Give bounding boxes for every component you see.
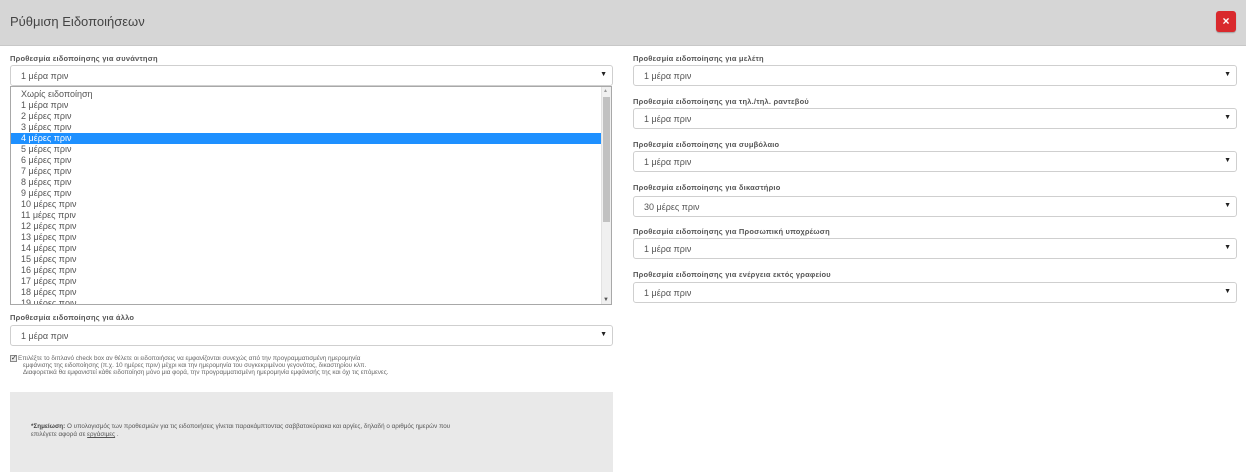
phone-appointment-label: Προθεσμία ειδοποίησης για τηλ./τηλ. ραντ… [633, 97, 809, 106]
dropdown-option[interactable]: 1 μέρα πριν [11, 100, 603, 111]
close-button[interactable]: × [1216, 11, 1236, 32]
dropdown-option[interactable]: 7 μέρες πριν [11, 166, 603, 177]
other-select-value: 1 μέρα πριν [21, 331, 69, 341]
dropdown-option[interactable]: 3 μέρες πριν [11, 122, 603, 133]
modal-title: Ρύθμιση Ειδοποιήσεων [10, 14, 145, 29]
out-of-office-label: Προθεσμία ειδοποίησης για ενέργεια εκτός… [633, 270, 831, 279]
dropdown-option[interactable]: 9 μέρες πριν [11, 188, 603, 199]
checkbox-text-line-1: Επιλέξτε το διπλανό check box αν θέλετε … [18, 355, 361, 362]
meeting-label: Προθεσμία ειδοποίησης για συνάντηση [10, 54, 158, 63]
scroll-up-icon[interactable]: ▲ [603, 88, 608, 94]
dropdown-arrow-icon: ▼ [1224, 71, 1231, 78]
other-select[interactable]: 1 μέρα πριν ▼ [10, 325, 613, 346]
dropdown-option[interactable]: 2 μέρες πριν [11, 111, 603, 122]
dropdown-arrow-icon: ▼ [1224, 202, 1231, 209]
dropdown-option[interactable]: 13 μέρες πριν [11, 232, 603, 243]
scrollbar-thumb[interactable] [603, 97, 610, 222]
dropdown-scrollbar[interactable]: ▲ ▼ [601, 87, 611, 304]
dropdown-arrow-icon: ▼ [1224, 244, 1231, 251]
note-body: Ο υπολογισμός των προθεσμιών για τις ειδ… [65, 423, 451, 430]
out-of-office-select[interactable]: 1 μέρα πριν ▼ [633, 282, 1237, 303]
dropdown-arrow-icon: ▼ [600, 331, 607, 338]
meeting-dropdown-list[interactable]: Χωρίς ειδοποίηση 1 μέρα πριν 2 μέρες πριν 3… [10, 86, 612, 305]
dropdown-option[interactable]: 18 μέρες πριν [11, 287, 603, 298]
note-box: *Σημείωση: Ο υπολογισμός των προθεσμιών … [10, 392, 613, 472]
dropdown-option[interactable]: 17 μέρες πριν [11, 276, 603, 287]
contract-select[interactable]: 1 μέρα πριν ▼ [633, 151, 1237, 172]
contract-label: Προθεσμία ειδοποίησης για συμβόλαιο [633, 140, 780, 149]
scroll-down-icon[interactable]: ▼ [603, 297, 609, 303]
court-select-value: 30 μέρες πριν [644, 202, 700, 212]
phone-appointment-select-value: 1 μέρα πριν [644, 114, 692, 124]
close-icon: × [1222, 14, 1230, 28]
dropdown-option[interactable]: 19 μέρες πριν [11, 298, 603, 304]
dropdown-arrow-icon: ▼ [1224, 288, 1231, 295]
dropdown-option[interactable]: 14 μέρες πριν [11, 243, 603, 254]
study-select-value: 1 μέρα πριν [644, 71, 692, 81]
dropdown-option[interactable]: 8 μέρες πριν [11, 177, 603, 188]
dropdown-option[interactable]: 5 μέρες πριν [11, 144, 603, 155]
continuous-notification-checkbox[interactable]: ✓ [10, 355, 17, 362]
contract-select-value: 1 μέρα πριν [644, 157, 692, 167]
dropdown-option[interactable]: 12 μέρες πριν [11, 221, 603, 232]
modal-header: Ρύθμιση Ειδοποιήσεων × [0, 0, 1246, 46]
study-label: Προθεσμία ειδοποίησης για μελέτη [633, 54, 764, 63]
dropdown-option[interactable]: 15 μέρες πριν [11, 254, 603, 265]
dropdown-arrow-icon: ▼ [600, 71, 607, 78]
note-tail: . [115, 431, 119, 438]
out-of-office-select-value: 1 μέρα πριν [644, 288, 692, 298]
meeting-select-value: 1 μέρα πριν [21, 71, 69, 81]
court-select[interactable]: 30 μέρες πριν ▼ [633, 196, 1237, 217]
dropdown-option[interactable]: 6 μέρες πριν [11, 155, 603, 166]
personal-obligation-label: Προθεσμία ειδοποίησης για Προσωπική υποχ… [633, 227, 830, 236]
checkbox-text-line-2: εμφάνισης της ειδοποίησης (π.χ. 10 ημέρε… [23, 362, 367, 369]
dropdown-option[interactable]: Χωρίς ειδοποίηση [11, 89, 603, 100]
court-label: Προθεσμία ειδοποίησης για δικαστήριο [633, 183, 781, 192]
dropdown-option[interactable]: 10 μέρες πριν [11, 199, 603, 210]
dropdown-arrow-icon: ▼ [1224, 114, 1231, 121]
personal-obligation-select-value: 1 μέρα πριν [644, 244, 692, 254]
working-days-link[interactable]: εργάσιμες [87, 431, 115, 438]
dropdown-option[interactable]: 16 μέρες πριν [11, 265, 603, 276]
note-bold-label: *Σημείωση: [31, 423, 66, 430]
personal-obligation-select[interactable]: 1 μέρα πριν ▼ [633, 238, 1237, 259]
dropdown-arrow-icon: ▼ [1224, 157, 1231, 164]
phone-appointment-select[interactable]: 1 μέρα πριν ▼ [633, 108, 1237, 129]
dropdown-option[interactable]: 11 μέρες πριν [11, 210, 603, 221]
meeting-select[interactable]: 1 μέρα πριν ▼ [10, 65, 613, 86]
dropdown-options: Χωρίς ειδοποίηση 1 μέρα πριν 2 μέρες πριν 3… [11, 89, 603, 304]
checkbox-text-line-3: Διαφορετικά θα εμφανιστεί κάθε ειδοποίησ… [23, 369, 389, 376]
dropdown-option[interactable]: 4 μέρες πριν [11, 133, 603, 144]
note-text: *Σημείωση: Ο υπολογισμός των προθεσμιών … [31, 423, 601, 439]
note-body-2: επιλέγετε αφορά σε [31, 431, 88, 438]
other-label: Προθεσμία ειδοποίησης για άλλο [10, 313, 135, 322]
study-select[interactable]: 1 μέρα πριν ▼ [633, 65, 1237, 86]
